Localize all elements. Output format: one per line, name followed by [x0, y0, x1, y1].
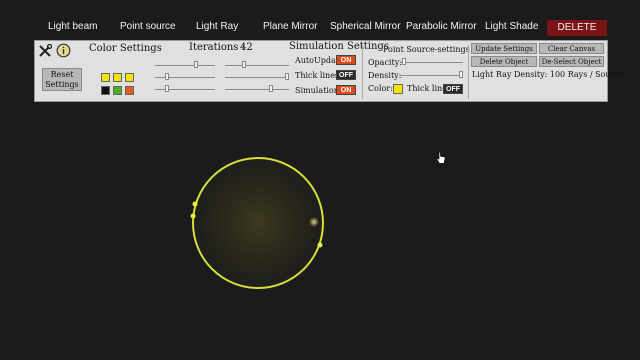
slider-knob[interactable]	[165, 73, 169, 80]
slider-track	[155, 77, 215, 78]
mirror-handle-3[interactable]	[317, 242, 323, 248]
color-swatch-5[interactable]	[113, 86, 122, 95]
slider-track	[225, 77, 289, 78]
reset-settings-button[interactable]: Reset Settings	[42, 68, 82, 91]
simulation-label: Simulation	[295, 86, 339, 95]
color-swatch-6[interactable]	[125, 86, 134, 95]
slider-track	[155, 89, 215, 90]
autoupdate-toggle[interactable]: ON	[336, 55, 356, 65]
slider-knob[interactable]	[285, 73, 289, 80]
delete-button[interactable]: DELETE	[547, 20, 607, 36]
slider-track	[225, 65, 289, 66]
simulation-toggle[interactable]: ON	[336, 85, 356, 95]
slider-knob[interactable]	[165, 85, 169, 92]
slider-knob[interactable]	[242, 61, 246, 68]
ray-density-info: Light Ray Density: 100 Rays / Source	[472, 70, 624, 79]
point-source-settings-title: Point Source-settings	[383, 45, 470, 54]
slider-knob[interactable]	[269, 85, 273, 92]
info-icon[interactable]	[56, 43, 71, 58]
thicklines-toggle[interactable]: OFF	[336, 70, 356, 80]
tool-spherical-mirror[interactable]: Spherical Mirror	[330, 21, 401, 32]
iterations-value: 42	[240, 42, 253, 53]
slider-knob[interactable]	[194, 61, 198, 68]
top-toolbar: Light beam Point source Light Ray Plane …	[0, 0, 640, 38]
ps-thicklines-toggle[interactable]: OFF	[443, 84, 463, 94]
mirror-handle-1[interactable]	[192, 201, 198, 207]
color-swatch-1[interactable]	[101, 73, 110, 82]
color-swatch-2[interactable]	[113, 73, 122, 82]
thicklines-label: Thick lines	[295, 71, 340, 80]
slider-track	[225, 89, 289, 90]
tool-parabolic-mirror[interactable]: Parabolic Mirror	[406, 21, 477, 32]
update-settings-button[interactable]: Update Settings	[471, 43, 537, 54]
color-swatch-3[interactable]	[125, 73, 134, 82]
tool-point-source[interactable]: Point source	[120, 21, 176, 32]
wrench-screwdriver-icon[interactable]	[38, 44, 52, 58]
divider	[468, 45, 469, 99]
density-slider-track	[401, 75, 463, 76]
simulation-canvas[interactable]	[0, 104, 640, 360]
hand-cursor-icon	[436, 151, 446, 164]
clear-canvas-button[interactable]: Clear Canvas	[539, 43, 604, 54]
divider	[362, 45, 363, 99]
density-label: Density:	[368, 71, 402, 80]
settings-panel: Color Settings Reset Settings Iterations…	[34, 40, 624, 102]
simulation-settings-title: Simulation Settings	[289, 41, 389, 52]
color-settings-title: Color Settings	[89, 43, 162, 54]
mirror-handle-2[interactable]	[190, 213, 196, 219]
density-slider-knob[interactable]	[459, 71, 463, 78]
tool-light-ray[interactable]: Light Ray	[196, 21, 238, 32]
slider-track	[155, 65, 215, 66]
tool-plane-mirror[interactable]: Plane Mirror	[263, 21, 317, 32]
opacity-slider-knob[interactable]	[402, 58, 406, 65]
opacity-label: Opacity:	[368, 58, 402, 67]
deselect-object-button[interactable]: De-Select Object	[539, 56, 604, 67]
color-swatch-4[interactable]	[101, 86, 110, 95]
tool-light-beam[interactable]: Light beam	[48, 21, 97, 32]
opacity-slider-track	[401, 62, 463, 63]
point-source[interactable]	[309, 217, 319, 227]
point-source-color-swatch[interactable]	[393, 84, 403, 94]
delete-object-button[interactable]: Delete Object	[471, 56, 537, 67]
tool-light-shade[interactable]: Light Shade	[485, 21, 538, 32]
color-label: Color:	[368, 84, 393, 93]
iterations-label: Iterations :	[189, 42, 245, 53]
